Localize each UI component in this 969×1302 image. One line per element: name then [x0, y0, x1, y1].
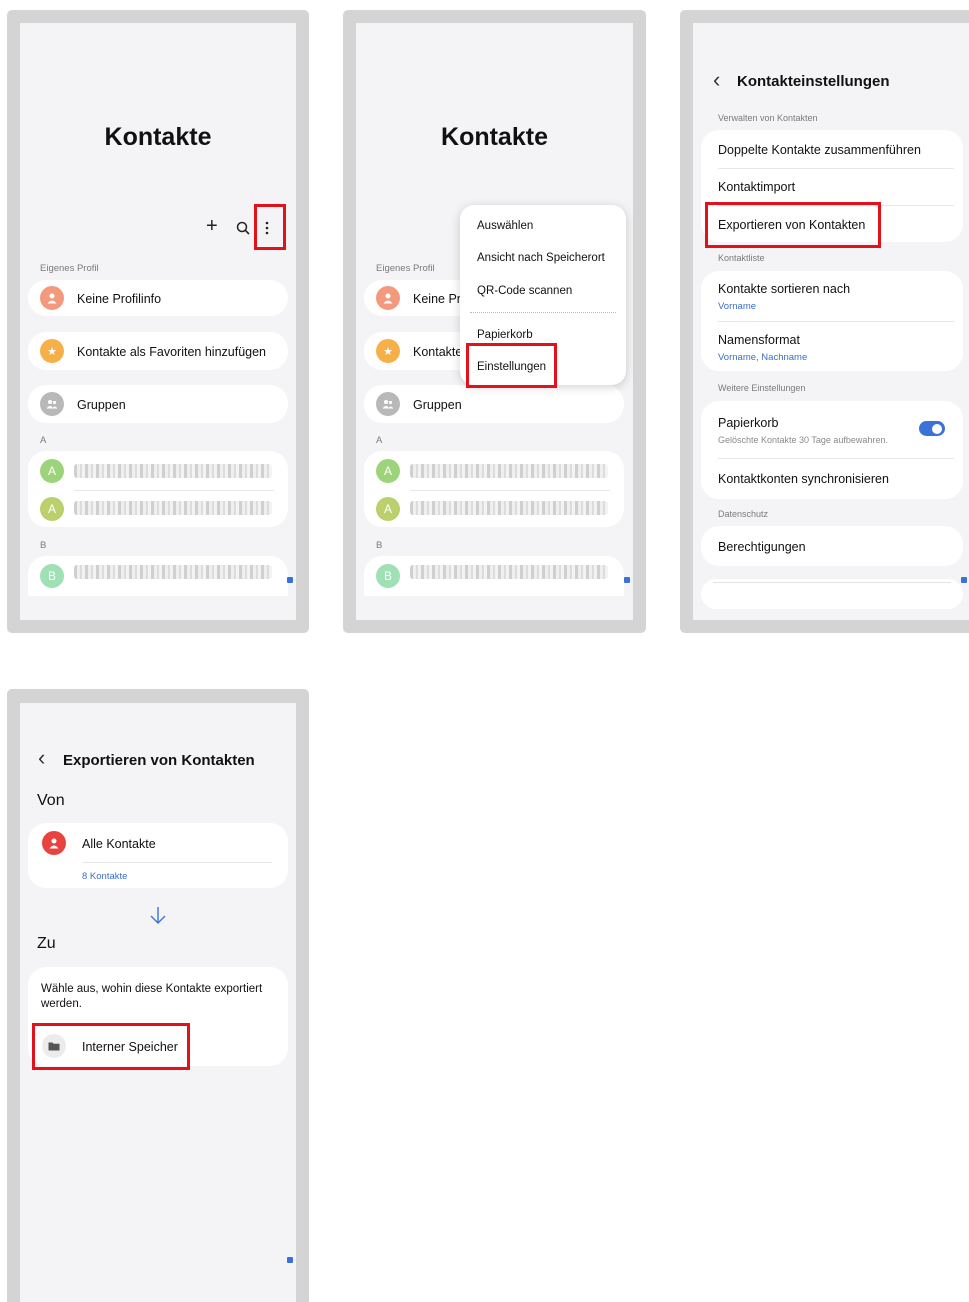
- section-privacy: Datenschutz: [718, 509, 769, 519]
- contact-avatar: A: [40, 497, 64, 521]
- favorites-label: Kontakte als Favoriten hinzufügen: [77, 345, 267, 359]
- contact-count: 8 Kontakte: [82, 871, 128, 882]
- contact-list-card: Kontakte sortieren nach Vorname Namensfo…: [701, 271, 963, 371]
- section-more-settings: Weitere Einstellungen: [718, 383, 806, 393]
- highlight-export: [705, 202, 881, 248]
- groups-row[interactable]: Gruppen: [364, 385, 624, 423]
- contacts-group-a: A A: [364, 451, 624, 527]
- menu-divider: [470, 312, 616, 314]
- trash-description: Gelöschte Kontakte 30 Tage aufbewahren.: [718, 435, 888, 445]
- add-icon[interactable]: +: [206, 215, 218, 238]
- row-divider: [718, 321, 954, 322]
- profile-avatar-icon: [40, 286, 64, 310]
- source-card: Alle Kontakte 8 Kontakte: [28, 823, 288, 888]
- name-format-value: Vorname, Nachname: [718, 352, 808, 363]
- section-manage-contacts: Verwalten von Kontakten: [718, 113, 818, 123]
- sort-contacts-value: Vorname: [718, 301, 757, 312]
- groups-row[interactable]: Gruppen: [28, 385, 288, 423]
- row-divider: [82, 862, 272, 863]
- menu-item-view-by-storage[interactable]: Ansicht nach Speicherort: [477, 252, 605, 264]
- profile-label: Keine Profilinfo: [77, 292, 162, 306]
- toggle-knob: [932, 423, 942, 434]
- scroll-indicator[interactable]: [287, 577, 293, 583]
- star-icon: ★: [376, 339, 400, 363]
- groups-label: Gruppen: [413, 398, 462, 412]
- highlight-internal-storage: [32, 1023, 190, 1070]
- to-label: Zu: [37, 935, 56, 952]
- index-letter-b: B: [376, 540, 383, 551]
- groups-icon: [376, 392, 400, 416]
- export-contacts-screen: ‹ Exportieren von Kontakten Von Alle Kon…: [20, 703, 296, 1302]
- import-contacts-item[interactable]: Kontaktimport: [718, 180, 795, 194]
- profile-label: Keine Pr: [413, 292, 461, 306]
- groups-icon: [40, 392, 64, 416]
- all-contacts-label[interactable]: Alle Kontakte: [82, 837, 156, 851]
- menu-item-qr-scan[interactable]: QR-Code scannen: [477, 285, 572, 297]
- section-own-profile: Eigenes Profil: [40, 263, 99, 274]
- privacy-card: Berechtigungen: [701, 526, 963, 566]
- contact-avatar: B: [376, 564, 400, 588]
- contact-name-redacted[interactable]: [74, 464, 272, 478]
- page-title: Kontakte: [104, 123, 212, 151]
- section-contact-list: Kontaktliste: [718, 253, 765, 263]
- contact-name-redacted[interactable]: [410, 565, 608, 579]
- contacts-menu-screen: Kontakte Eigenes Profil Keine Pr ★ Konta…: [356, 23, 633, 620]
- merge-duplicates-item[interactable]: Doppelte Kontakte zusammenführen: [718, 143, 921, 157]
- contacts-group-b: B: [364, 556, 624, 596]
- menu-item-select[interactable]: Auswählen: [477, 220, 533, 232]
- page-title: Kontakteinstellungen: [737, 73, 890, 90]
- highlight-settings: [466, 343, 557, 388]
- index-letter-a: A: [376, 435, 383, 446]
- contact-name-redacted[interactable]: [410, 501, 608, 515]
- contact-settings-screen: ‹ Kontakteinstellungen Verwalten von Kon…: [693, 23, 969, 620]
- arrow-down-icon: [148, 905, 168, 930]
- back-icon[interactable]: ‹: [713, 69, 720, 91]
- contact-name-redacted[interactable]: [74, 501, 272, 515]
- profile-row[interactable]: Keine Profilinfo: [28, 280, 288, 316]
- scroll-indicator[interactable]: [287, 1257, 293, 1263]
- menu-item-trash[interactable]: Papierkorb: [477, 329, 533, 341]
- search-icon[interactable]: [236, 221, 250, 240]
- next-card-partial: [701, 579, 963, 609]
- row-divider: [74, 490, 274, 491]
- row-divider: [718, 458, 954, 459]
- contacts-group-b: B: [28, 556, 288, 596]
- section-own-profile: Eigenes Profil: [376, 263, 435, 274]
- index-letter-a: A: [40, 435, 47, 446]
- contact-name-redacted[interactable]: [74, 565, 272, 579]
- star-icon: ★: [40, 339, 64, 363]
- instruction-text: Wähle aus, wohin diese Kontakte exportie…: [41, 983, 263, 1010]
- back-icon[interactable]: ‹: [38, 747, 45, 769]
- sort-contacts-item[interactable]: Kontakte sortieren nach: [718, 282, 850, 296]
- trash-item[interactable]: Papierkorb: [718, 416, 778, 430]
- groups-label: Gruppen: [77, 398, 126, 412]
- bottom-divider: [713, 582, 951, 583]
- highlight-more-options: [254, 204, 286, 250]
- page-title: Kontakte: [441, 123, 548, 151]
- permissions-item[interactable]: Berechtigungen: [718, 540, 806, 554]
- profile-avatar-icon: [376, 286, 400, 310]
- row-divider: [410, 490, 610, 491]
- from-label: Von: [37, 792, 65, 809]
- contacts-screen: Kontakte + Eigenes Profil Keine Profilin…: [20, 23, 296, 620]
- contacts-group-a: A A: [28, 451, 288, 527]
- all-contacts-avatar-icon: [42, 831, 66, 855]
- favorites-label: Kontakte: [413, 345, 463, 359]
- contact-avatar: A: [40, 459, 64, 483]
- contact-name-redacted[interactable]: [410, 464, 608, 478]
- index-letter-b: B: [40, 540, 47, 551]
- name-format-item[interactable]: Namensformat: [718, 333, 800, 347]
- scroll-indicator[interactable]: [624, 577, 630, 583]
- more-settings-card: Papierkorb Gelöschte Kontakte 30 Tage au…: [701, 401, 963, 499]
- sync-accounts-item[interactable]: Kontaktkonten synchronisieren: [718, 472, 889, 486]
- page-title: Exportieren von Kontakten: [63, 752, 255, 769]
- contact-avatar: A: [376, 497, 400, 521]
- trash-toggle[interactable]: [919, 421, 945, 436]
- scroll-indicator[interactable]: [961, 577, 967, 583]
- contact-avatar: B: [40, 564, 64, 588]
- contact-avatar: A: [376, 459, 400, 483]
- row-divider: [718, 168, 954, 169]
- favorites-row[interactable]: ★ Kontakte als Favoriten hinzufügen: [28, 332, 288, 370]
